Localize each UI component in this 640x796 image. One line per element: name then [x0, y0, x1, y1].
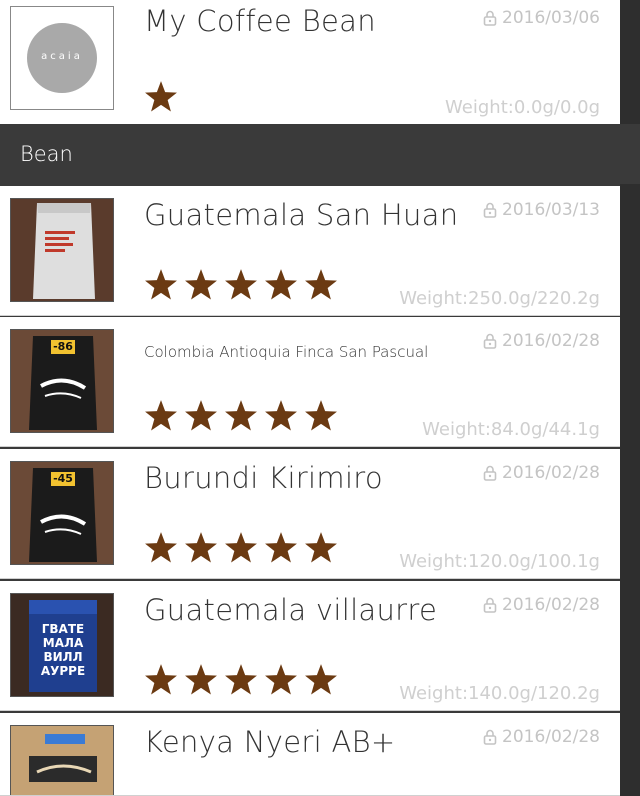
- rating-stars[interactable]: [143, 80, 179, 114]
- lock-icon: [483, 597, 497, 613]
- date-text: 2016/02/28: [502, 463, 600, 483]
- bean-title: Kenya Nyeri AB+: [144, 725, 396, 759]
- bean-thumbnail: -45: [10, 461, 114, 565]
- bean-list-item[interactable]: -45 Burundi Kirimiro 2016/02/28 Weight:1…: [0, 449, 620, 579]
- star-icon[interactable]: [143, 531, 179, 565]
- rating-stars[interactable]: [143, 663, 339, 697]
- weight-text: Weight:0.0g/0.0g: [445, 97, 600, 118]
- weight-text: Weight:250.0g/220.2g: [399, 288, 600, 309]
- section-header-label: Bean: [20, 142, 73, 166]
- star-icon[interactable]: [263, 531, 299, 565]
- star-icon[interactable]: [223, 663, 259, 697]
- star-icon[interactable]: [303, 268, 339, 302]
- lock-icon: [483, 729, 497, 745]
- bean-list-item[interactable]: -86 Colombia Antioquia Finca San Pascual…: [0, 317, 620, 447]
- star-icon[interactable]: [263, 399, 299, 433]
- section-header: Bean: [0, 124, 640, 184]
- rating-stars[interactable]: [143, 531, 339, 565]
- thumb-label: ГВАТЕ МАЛА ВИЛЛ АУРРЕ: [40, 622, 86, 678]
- bean-list-item[interactable]: Guatemala San Huan 2016/03/13 Weight:250…: [0, 186, 620, 316]
- bean-date: 2016/02/28: [483, 727, 600, 747]
- star-icon[interactable]: [223, 531, 259, 565]
- star-icon[interactable]: [303, 531, 339, 565]
- date-text: 2016/03/06: [502, 8, 600, 28]
- date-text: 2016/02/28: [502, 595, 600, 615]
- star-icon[interactable]: [183, 531, 219, 565]
- weight-text: Weight:140.0g/120.2g: [399, 683, 600, 704]
- date-text: 2016/02/28: [502, 727, 600, 747]
- bean-list-item[interactable]: ГВАТЕ МАЛА ВИЛЛ АУРРЕ Guatemala villaurr…: [0, 581, 620, 711]
- star-icon[interactable]: [143, 80, 179, 114]
- lock-icon: [483, 333, 497, 349]
- weight-text: Weight:84.0g/44.1g: [422, 419, 600, 440]
- bean-title: Colombia Antioquia Finca San Pascual: [144, 343, 429, 361]
- star-icon[interactable]: [223, 268, 259, 302]
- bean-thumbnail: [10, 198, 114, 302]
- card-title: My Coffee Bean: [144, 4, 376, 38]
- bean-date: 2016/03/13: [483, 200, 600, 220]
- star-icon[interactable]: [183, 663, 219, 697]
- star-icon[interactable]: [183, 268, 219, 302]
- star-icon[interactable]: [143, 399, 179, 433]
- acaia-logo-text: acaia: [41, 51, 83, 62]
- bean-title: Guatemala villaurre: [144, 593, 438, 627]
- bean-thumbnail: -86: [10, 329, 114, 433]
- star-icon[interactable]: [223, 399, 259, 433]
- my-coffee-bean-card[interactable]: acaia My Coffee Bean 2016/03/06 Weight:0…: [0, 0, 620, 125]
- star-icon[interactable]: [303, 399, 339, 433]
- star-icon[interactable]: [303, 663, 339, 697]
- bean-title: Burundi Kirimiro: [144, 461, 383, 495]
- thumb-label: -45: [53, 472, 73, 485]
- rating-stars[interactable]: [143, 399, 339, 433]
- bean-list-item[interactable]: Kenya Nyeri AB+ 2016/02/28: [0, 713, 620, 796]
- bean-title: Guatemala San Huan: [144, 198, 459, 232]
- thumb-label: -86: [53, 340, 73, 353]
- star-icon[interactable]: [143, 663, 179, 697]
- card-date: 2016/03/06: [483, 8, 600, 28]
- date-text: 2016/02/28: [502, 331, 600, 351]
- star-icon[interactable]: [263, 663, 299, 697]
- lock-icon: [483, 202, 497, 218]
- bean-thumbnail: [10, 725, 114, 795]
- star-icon[interactable]: [183, 399, 219, 433]
- bean-thumbnail: ГВАТЕ МАЛА ВИЛЛ АУРРЕ: [10, 593, 114, 697]
- bean-date: 2016/02/28: [483, 331, 600, 351]
- rating-stars[interactable]: [143, 268, 339, 302]
- acaia-logo: acaia: [10, 6, 114, 110]
- star-icon[interactable]: [143, 268, 179, 302]
- scrollbar-track[interactable]: [620, 0, 640, 796]
- lock-icon: [483, 465, 497, 481]
- star-icon[interactable]: [263, 268, 299, 302]
- lock-icon: [483, 10, 497, 26]
- bean-date: 2016/02/28: [483, 595, 600, 615]
- date-text: 2016/03/13: [502, 200, 600, 220]
- weight-text: Weight:120.0g/100.1g: [399, 551, 600, 572]
- bean-date: 2016/02/28: [483, 463, 600, 483]
